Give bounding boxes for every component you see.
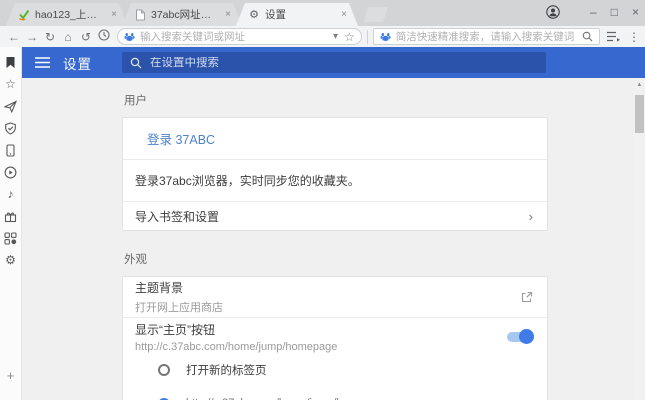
video-play-icon[interactable] <box>4 165 18 179</box>
settings-header: 设置 <box>22 47 645 78</box>
bookmark-icon[interactable] <box>4 55 18 69</box>
quick-search-box[interactable] <box>373 28 600 45</box>
import-bookmarks-row[interactable]: 导入书签和设置 › <box>123 202 547 230</box>
music-icon[interactable]: ♪ <box>4 187 18 201</box>
tab-title: hao123_上网从这里开始 <box>35 7 104 22</box>
settings-gear-icon[interactable]: ⚙ <box>4 253 18 267</box>
home-button-title: 显示“主页”按钮 <box>135 321 337 338</box>
toggle-knob <box>519 329 534 344</box>
chevron-right-icon: › <box>529 209 533 224</box>
theme-subtitle: 打开网上应用商店 <box>135 299 223 315</box>
quick-search-input[interactable] <box>396 31 578 43</box>
forward-icon[interactable]: → <box>23 30 41 44</box>
shield-check-icon[interactable] <box>4 121 18 135</box>
side-rail: ☆ ♪ ⚙ + <box>0 47 22 400</box>
appearance-card: 主题背景 打开网上应用商店 显示“主页”按钮 http://c.37abc.co… <box>122 276 548 400</box>
home-button-toggle[interactable] <box>507 332 533 342</box>
search-icon <box>130 57 142 69</box>
minimize-button[interactable]: – <box>590 3 597 21</box>
window-controls: – □ × <box>546 3 639 21</box>
profile-icon[interactable] <box>546 5 560 19</box>
sync-text: 登录37abc浏览器，实时同步您的收藏夹。 <box>135 172 360 189</box>
gear-favicon: ⚙ <box>248 9 260 21</box>
section-heading-appearance: 外观 <box>124 251 548 267</box>
section-heading-user: 用户 <box>124 92 548 108</box>
search-icon[interactable] <box>582 31 593 42</box>
address-bar[interactable]: ▾ ☆ <box>117 28 362 45</box>
tab-strip: hao123_上网从这里开始 × 37abc网址导航 × ⚙ 设置 × – □ … <box>0 0 645 26</box>
gift-icon[interactable] <box>4 209 18 223</box>
page-title: 设置 <box>63 53 92 73</box>
homepage-url-input[interactable] <box>186 397 368 400</box>
sync-row: 登录37abc浏览器，实时同步您的收藏夹。 <box>123 160 547 201</box>
theme-row[interactable]: 主题背景 打开网上应用商店 <box>123 277 547 317</box>
settings-search-input[interactable] <box>150 57 538 69</box>
history-clock-icon[interactable] <box>95 29 113 44</box>
tab-title: 37abc网址导航 <box>151 7 218 22</box>
address-input[interactable] <box>140 31 333 43</box>
close-button[interactable]: × <box>632 3 639 21</box>
star-icon[interactable]: ☆ <box>4 77 18 91</box>
send-icon[interactable] <box>4 99 18 113</box>
login-link[interactable]: 登录 37ABC <box>147 129 215 148</box>
apps-grid-icon[interactable] <box>4 231 18 245</box>
back-icon[interactable]: ← <box>5 30 23 44</box>
radio-unselected[interactable] <box>158 364 170 376</box>
import-label: 导入书签和设置 <box>135 208 219 225</box>
scrollbar-up-icon[interactable]: ▲ <box>634 78 645 88</box>
page-favicon <box>134 9 146 21</box>
reload-icon[interactable]: ↻ <box>41 30 59 44</box>
scrollbar[interactable]: ▲ <box>634 78 645 400</box>
scrollbar-thumb[interactable] <box>635 95 644 133</box>
add-panel-icon[interactable]: + <box>4 368 18 382</box>
browser-toolbar: ← → ↻ ⌂ ↺ ▾ ☆ ⋮ <box>0 26 645 47</box>
tab-close-icon[interactable]: × <box>109 9 119 20</box>
toolbar-separator <box>367 30 368 44</box>
tab-37abc-nav[interactable]: 37abc网址导航 × <box>122 3 242 26</box>
settings-page: 设置 用户 登录 37ABC 登录37abc浏览器，实时同步您的收藏夹。 <box>22 47 645 400</box>
restore-tab-icon[interactable]: ↺ <box>77 30 95 44</box>
settings-search-box[interactable] <box>122 52 546 73</box>
external-link-icon[interactable] <box>521 291 533 303</box>
hao123-favicon <box>18 9 30 21</box>
theme-title: 主题背景 <box>135 279 223 296</box>
show-home-button-row: 显示“主页”按钮 http://c.37abc.com/home/jump/ho… <box>123 318 547 356</box>
hamburger-menu-icon[interactable] <box>35 57 50 68</box>
tab-title: 设置 <box>265 7 334 22</box>
main-area: ☆ ♪ ⚙ + 设置 <box>0 47 645 400</box>
newtab-radio-row[interactable]: 打开新的标签页 <box>123 356 547 384</box>
site-paw-icon <box>124 31 135 42</box>
reading-list-icon[interactable] <box>606 31 620 42</box>
tab-close-icon[interactable]: × <box>339 9 349 20</box>
newtab-radio-label: 打开新的标签页 <box>186 362 267 378</box>
search-paw-icon <box>380 31 391 42</box>
phone-icon[interactable] <box>4 143 18 157</box>
tab-settings[interactable]: ⚙ 设置 × <box>236 3 358 26</box>
bookmark-star-icon[interactable]: ☆ <box>344 30 355 44</box>
login-row[interactable]: 登录 37ABC <box>123 118 547 159</box>
browser-menu-icon[interactable]: ⋮ <box>628 30 640 44</box>
home-button-subtitle: http://c.37abc.com/home/jump/homepage <box>135 341 337 353</box>
maximize-button[interactable]: □ <box>611 3 618 21</box>
chevron-down-icon[interactable]: ▾ <box>333 31 338 42</box>
home-icon[interactable]: ⌂ <box>59 30 77 44</box>
new-tab-button[interactable] <box>364 7 388 22</box>
custom-url-radio-row[interactable] <box>123 384 547 400</box>
tab-hao123[interactable]: hao123_上网从这里开始 × <box>6 3 128 26</box>
settings-scroll-area: 用户 登录 37ABC 登录37abc浏览器，实时同步您的收藏夹。 导入书签和设… <box>22 78 634 400</box>
user-card: 登录 37ABC 登录37abc浏览器，实时同步您的收藏夹。 导入书签和设置 › <box>122 117 548 231</box>
tab-close-icon[interactable]: × <box>223 9 233 20</box>
